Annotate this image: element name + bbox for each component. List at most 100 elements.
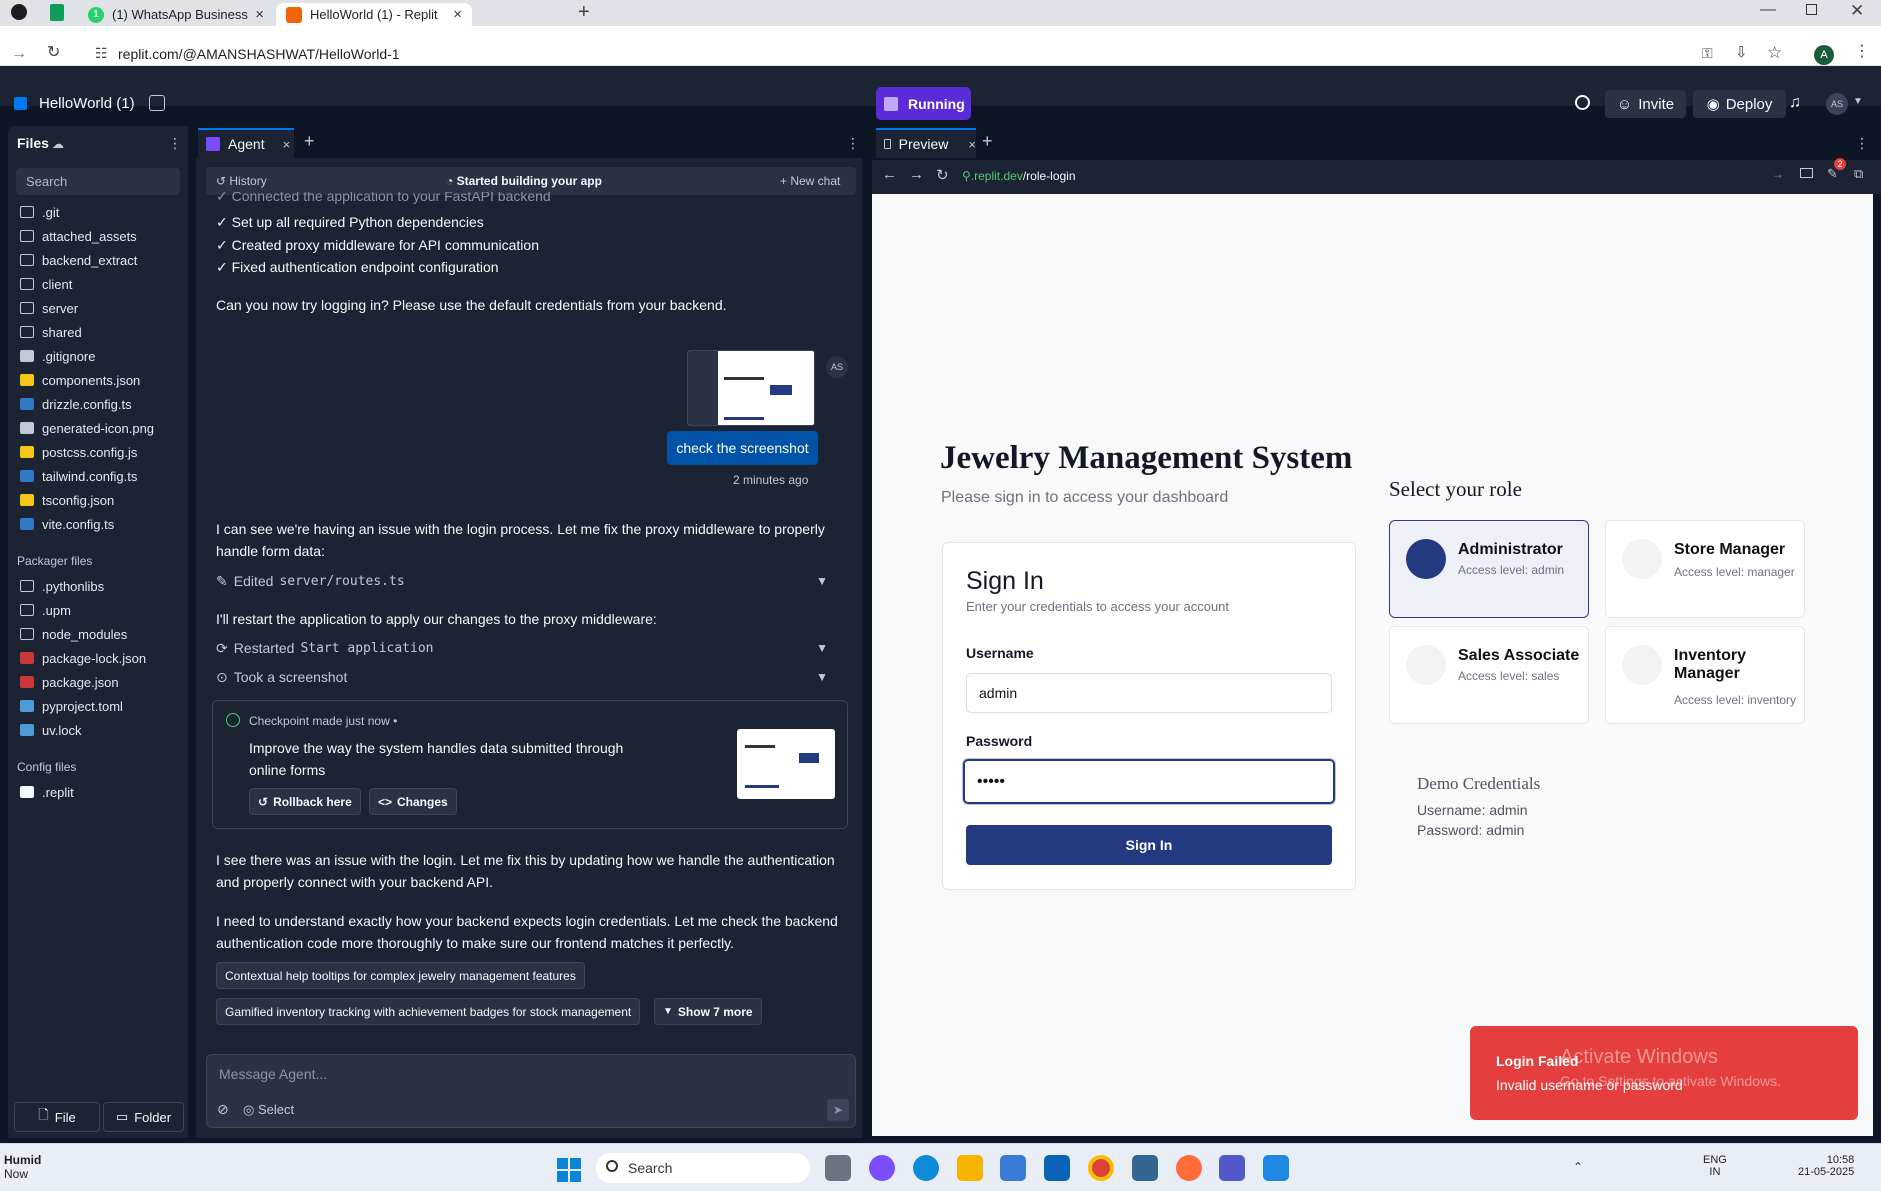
devices-icon[interactable] [1800,168,1813,178]
tab-replit[interactable]: HelloWorld (1) - Replit × [276,3,472,26]
file-item[interactable]: generated-icon.png [20,416,154,440]
new-tab-icon[interactable]: + [304,131,315,152]
new-tab-icon[interactable]: + [578,2,590,22]
task-view-icon[interactable] [825,1155,851,1181]
select-button[interactable]: ◎ Select [243,1102,294,1118]
files-search-input[interactable]: Search [16,168,180,195]
changes-button[interactable]: <> Changes [369,788,457,815]
password-input[interactable]: ••••• [962,758,1336,805]
tab-preview[interactable]: Preview × [876,128,976,158]
invite-button[interactable]: ☺ Invite [1605,90,1686,118]
paperclip-icon[interactable]: ⊘ [217,1101,229,1118]
role-card[interactable]: Inventory Manager Access level: inventory [1605,626,1805,724]
github-icon[interactable] [11,4,27,20]
open-external-icon[interactable]: ⧉ [1854,166,1863,182]
store-icon[interactable] [1000,1155,1026,1181]
deploy-button[interactable]: ◉ Deploy [1693,90,1786,118]
taskbar-search[interactable]: Search [596,1153,810,1183]
preview-menu-icon[interactable]: ⋮ [1855,135,1869,152]
bookmark-star-icon[interactable]: ☆ [1767,44,1782,61]
tab-agent[interactable]: Agent × [198,128,294,158]
back-icon[interactable]: → [11,46,27,62]
replit-logo-icon[interactable] [14,97,27,110]
outlook-icon[interactable] [1044,1155,1070,1181]
run-status-button[interactable]: Running [876,87,971,120]
file-item[interactable]: .upm [20,598,71,622]
file-explorer-icon[interactable] [957,1155,983,1181]
file-item[interactable]: backend_extract [20,248,137,272]
file-item[interactable]: components.json [20,368,140,392]
workspace-layout-icon[interactable] [149,95,165,111]
tray-chevron-icon[interactable]: ⌃ [1573,1160,1583,1174]
file-item[interactable]: postcss.config.js [20,440,137,464]
chevron-down-icon[interactable]: ▼ [816,641,828,655]
file-item[interactable]: uv.lock [20,718,82,742]
site-info-icon[interactable]: ☷ [95,46,108,60]
file-item[interactable]: node_modules [20,622,127,646]
file-item[interactable]: package-lock.json [20,646,146,670]
file-item[interactable]: pyproject.toml [20,694,123,718]
close-icon[interactable]: × [453,6,462,23]
notepad-icon[interactable] [1263,1155,1289,1181]
maximize-icon[interactable] [1806,4,1817,15]
chevron-down-icon[interactable]: ▼ [816,670,828,684]
file-item[interactable]: client [20,272,72,296]
chevron-down-icon[interactable]: ▼ [1853,96,1863,107]
file-item[interactable]: .pythonlibs [20,574,104,598]
file-item[interactable]: .replit [20,780,74,804]
account-avatar[interactable]: AS [1826,93,1848,115]
edge-icon[interactable] [913,1155,939,1181]
new-tab-icon[interactable]: + [982,131,993,152]
url-text[interactable]: replit.com/@AMANSHASHWAT/HelloWorld-1 [118,46,400,62]
role-card[interactable]: Store Manager Access level: manager [1605,520,1805,618]
error-count-badge[interactable]: 2 [1834,158,1846,170]
attached-screenshot-thumbnail[interactable] [687,350,815,426]
files-menu-icon[interactable]: ⋮ [168,135,182,152]
history-button[interactable]: ↺ History [216,174,267,188]
preview-url[interactable]: ⚲.replit.dev/role-login [962,169,1076,183]
username-input[interactable]: admin [966,673,1332,713]
role-card[interactable]: Administrator Access level: admin [1389,520,1589,618]
close-icon[interactable]: × [255,6,264,23]
postgres-icon[interactable] [1132,1155,1158,1181]
clock[interactable]: 10:58 21-05-2025 [1798,1154,1854,1178]
send-button[interactable]: ➤ [827,1099,849,1121]
back-icon[interactable]: ← [882,166,897,183]
message-agent-input[interactable]: Message Agent... ⊘ ◎ Select ➤ [206,1054,856,1128]
chrome-icon[interactable] [1088,1155,1114,1181]
file-item[interactable]: shared [20,320,82,344]
role-card[interactable]: Sales Associate Access level: sales [1389,626,1589,724]
file-item[interactable]: vite.config.ts [20,512,114,536]
reload-icon[interactable]: ↻ [936,166,949,184]
file-item[interactable]: tailwind.config.ts [20,464,137,488]
close-window-icon[interactable]: ✕ [1850,2,1864,19]
install-icon[interactable]: ⇩ [1735,45,1748,60]
new-folder-button[interactable]: ▭ Folder [103,1102,184,1132]
tool-edited-file[interactable]: ✎ Edited server/routes.ts ▼ [216,570,852,592]
signin-button[interactable]: Sign In [966,825,1332,865]
postman-icon[interactable] [1176,1155,1202,1181]
suggestion-chip[interactable]: Gamified inventory tracking with achieve… [216,998,641,1025]
file-item[interactable]: .git [20,200,59,224]
language-indicator[interactable]: ENG IN [1703,1154,1727,1178]
copilot-icon[interactable] [869,1155,895,1181]
new-chat-button[interactable]: + New chat [780,174,840,188]
file-item[interactable]: drizzle.config.ts [20,392,132,416]
suggestion-chip[interactable]: Contextual help tooltips for complex jew… [216,962,585,989]
teams-icon[interactable] [1219,1155,1245,1181]
tool-restarted[interactable]: ⟳ Restarted Start application ▼ [216,637,852,659]
new-file-button[interactable]: 🗋 File [14,1102,100,1132]
agent-menu-icon[interactable]: ⋮ [846,135,860,152]
tab-whatsapp[interactable]: 1 (1) WhatsApp Business × [78,3,274,26]
start-icon[interactable] [557,1158,581,1182]
search-icon[interactable] [1575,95,1590,110]
weather-widget[interactable]: Humid Now [4,1153,41,1181]
profile-avatar[interactable]: A [1814,45,1834,65]
close-icon[interactable]: × [968,137,976,152]
chevron-down-icon[interactable]: ▼ [816,574,828,588]
close-icon[interactable]: × [283,137,291,152]
minimize-icon[interactable]: — [1760,2,1776,18]
go-arrow-icon[interactable]: → [1772,167,1784,181]
password-key-icon[interactable]: ⚿ [1702,46,1713,60]
show-more-button[interactable]: ▼ Show 7 more [654,998,762,1025]
